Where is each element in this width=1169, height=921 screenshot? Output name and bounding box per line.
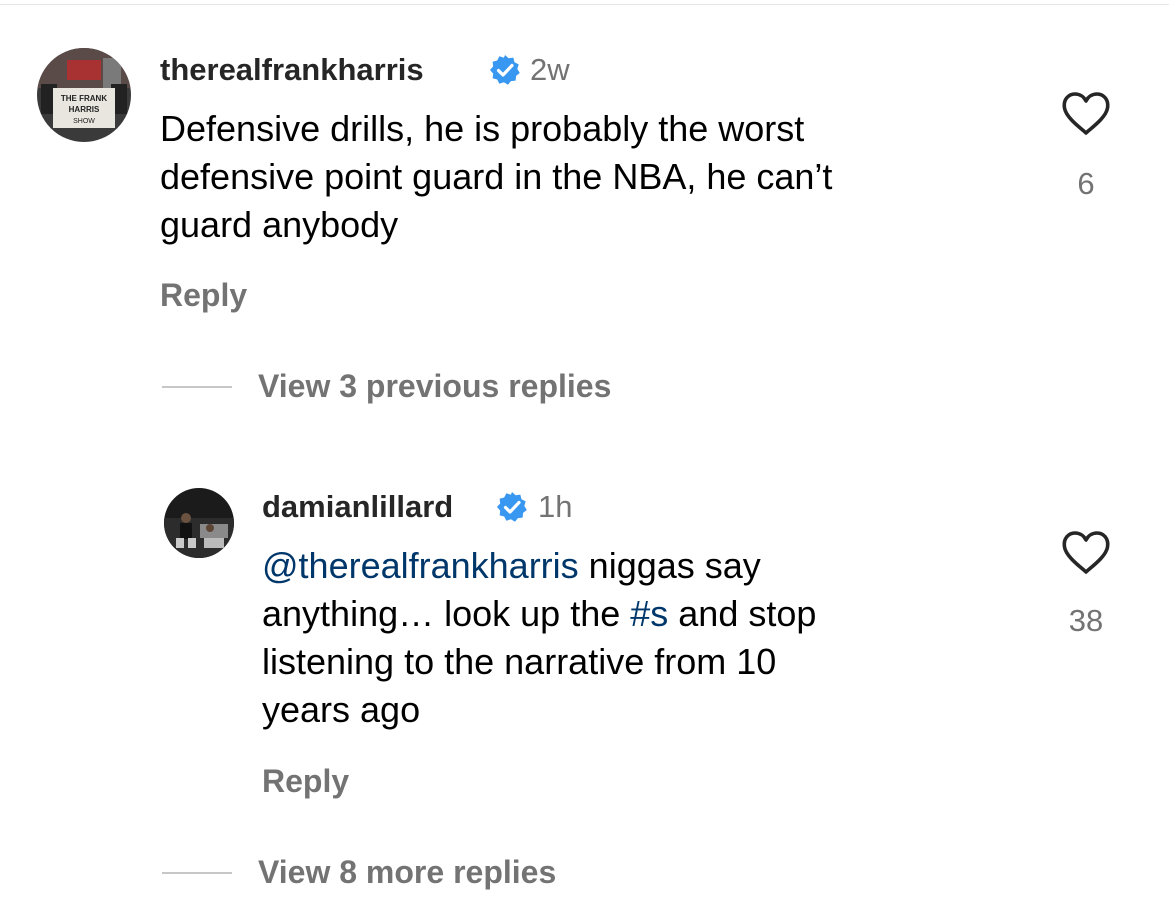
top-divider [0,4,1169,5]
comment-username[interactable]: therealfrankharris [160,52,424,88]
comment-text-line: defensive point guard in the NBA, he can… [160,156,833,197]
reply-text-line: @therealfrankharris niggas say [262,542,816,590]
reply-button[interactable]: Reply [262,763,349,800]
reply-text-line: listening to the narrative from 10 [262,641,777,682]
mention-link[interactable]: @therealfrankharris [262,545,579,586]
reply-text-segment: and stop [668,593,817,634]
replies-divider [162,386,232,388]
reply-text-segment: anything… look up the [262,593,631,634]
hashtag-link[interactable]: #s [630,593,668,634]
svg-text:HARRIS: HARRIS [69,105,100,114]
replies-divider [162,872,232,874]
reply-button[interactable]: Reply [160,277,247,314]
heart-outline-icon[interactable] [1061,530,1111,581]
reply-text-line: anything… look up the #s and stop [262,590,816,638]
reply-text: @therealfrankharris niggas say anything…… [262,542,816,734]
comment-timestamp: 2w [530,52,570,87]
reply-text-segment: niggas say [578,545,761,586]
view-previous-replies-link[interactable]: View 3 previous replies [258,368,611,405]
comment-text-line: guard anybody [160,204,399,245]
svg-text:THE FRANK: THE FRANK [61,94,107,103]
svg-text:SHOW: SHOW [73,118,95,125]
avatar[interactable]: THE FRANK HARRIS SHOW [37,48,131,142]
avatar[interactable] [164,488,234,558]
verified-badge-icon [489,54,521,91]
verified-badge-icon [496,491,528,528]
comment-text: Defensive drills, he is probably the wor… [160,105,832,249]
reply-text-line: years ago [262,689,421,730]
heart-outline-icon[interactable] [1061,91,1111,142]
reply-username[interactable]: damianlillard [262,489,453,525]
like-count: 6 [1077,166,1095,201]
comment-text-line: Defensive drills, he is probably the wor… [160,108,805,149]
reply-timestamp: 1h [538,489,573,524]
like-count: 38 [1068,603,1104,638]
view-more-replies-link[interactable]: View 8 more replies [258,854,556,891]
